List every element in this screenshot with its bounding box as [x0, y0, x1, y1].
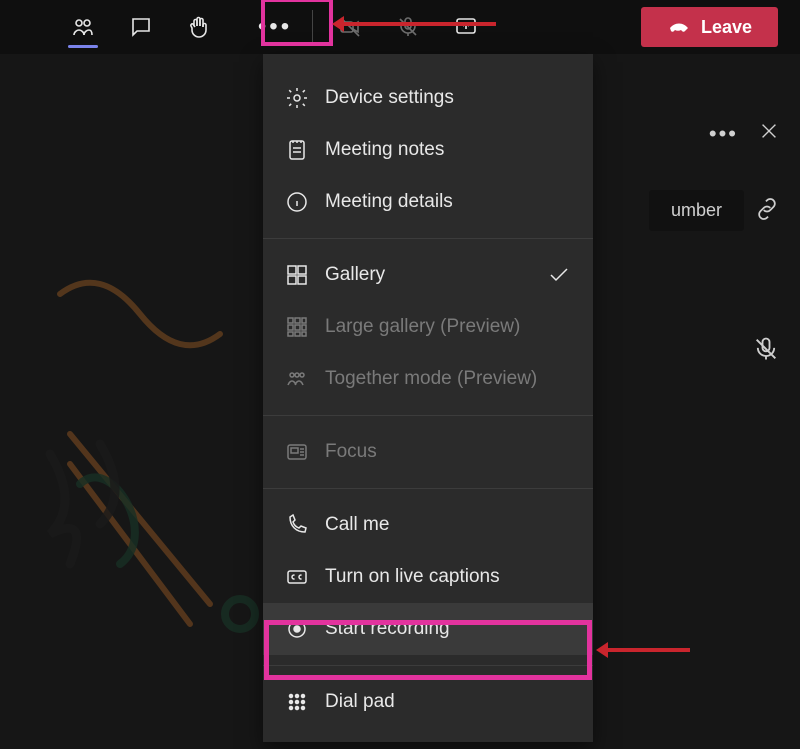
checkmark-icon: [547, 263, 571, 287]
menu-item-start-recording[interactable]: Start recording: [263, 603, 593, 655]
menu-item-live-captions[interactable]: Turn on live captions: [263, 551, 593, 603]
large-gallery-icon: [285, 315, 309, 339]
gear-icon: [285, 86, 309, 110]
link-icon[interactable]: [754, 196, 780, 222]
record-icon: [285, 617, 309, 641]
annotation-arrow-bottom: [600, 648, 690, 652]
toolbar-divider: [312, 10, 313, 44]
more-actions-menu: Device settings Meeting notes Meeting de…: [263, 54, 593, 742]
participants-button[interactable]: [54, 2, 112, 52]
close-icon[interactable]: [758, 120, 780, 147]
menu-item-together-mode: Together mode (Preview): [263, 353, 593, 405]
leave-label: Leave: [701, 17, 752, 38]
more-options-icon[interactable]: •••: [709, 121, 738, 147]
menu-label: Start recording: [325, 618, 450, 640]
cc-icon: [285, 565, 309, 589]
menu-label: Dial pad: [325, 691, 395, 713]
chat-button[interactable]: [112, 2, 170, 52]
meeting-toolbar: ••• Leave: [0, 0, 800, 54]
raise-hand-button[interactable]: [170, 2, 228, 52]
menu-label: Device settings: [325, 87, 454, 109]
menu-item-call-me[interactable]: Call me: [263, 499, 593, 551]
menu-label: Large gallery (Preview): [325, 316, 520, 338]
menu-label: Call me: [325, 514, 389, 536]
gallery-icon: [285, 263, 309, 287]
dialpad-icon: [285, 690, 309, 714]
leave-button[interactable]: Leave: [641, 7, 778, 47]
menu-item-meeting-details[interactable]: Meeting details: [263, 176, 593, 228]
annotation-arrow-top: [336, 22, 496, 26]
more-actions-button[interactable]: •••: [246, 2, 304, 52]
hangup-icon: [667, 15, 691, 39]
focus-icon: [285, 440, 309, 464]
mic-muted-icon[interactable]: [752, 335, 780, 363]
menu-label: Meeting details: [325, 191, 453, 213]
menu-item-meeting-notes[interactable]: Meeting notes: [263, 124, 593, 176]
menu-label: Focus: [325, 441, 377, 463]
panel-top-right: •••: [709, 120, 780, 147]
whiteboard-scribble: [40, 254, 300, 654]
menu-label: Meeting notes: [325, 139, 444, 161]
menu-label: Together mode (Preview): [325, 368, 537, 390]
info-icon: [285, 190, 309, 214]
menu-label: Gallery: [325, 264, 385, 286]
partial-number-button[interactable]: umber: [649, 190, 744, 231]
phone-icon: [285, 513, 309, 537]
menu-item-focus: Focus: [263, 426, 593, 478]
together-mode-icon: [285, 367, 309, 391]
notes-icon: [285, 138, 309, 162]
menu-label: Turn on live captions: [325, 566, 500, 588]
menu-item-large-gallery: Large gallery (Preview): [263, 301, 593, 353]
menu-item-gallery[interactable]: Gallery: [263, 249, 593, 301]
menu-item-dial-pad[interactable]: Dial pad: [263, 676, 593, 728]
menu-item-device-settings[interactable]: Device settings: [263, 72, 593, 124]
mic-off-button[interactable]: [379, 2, 437, 52]
share-screen-button[interactable]: [437, 2, 495, 52]
